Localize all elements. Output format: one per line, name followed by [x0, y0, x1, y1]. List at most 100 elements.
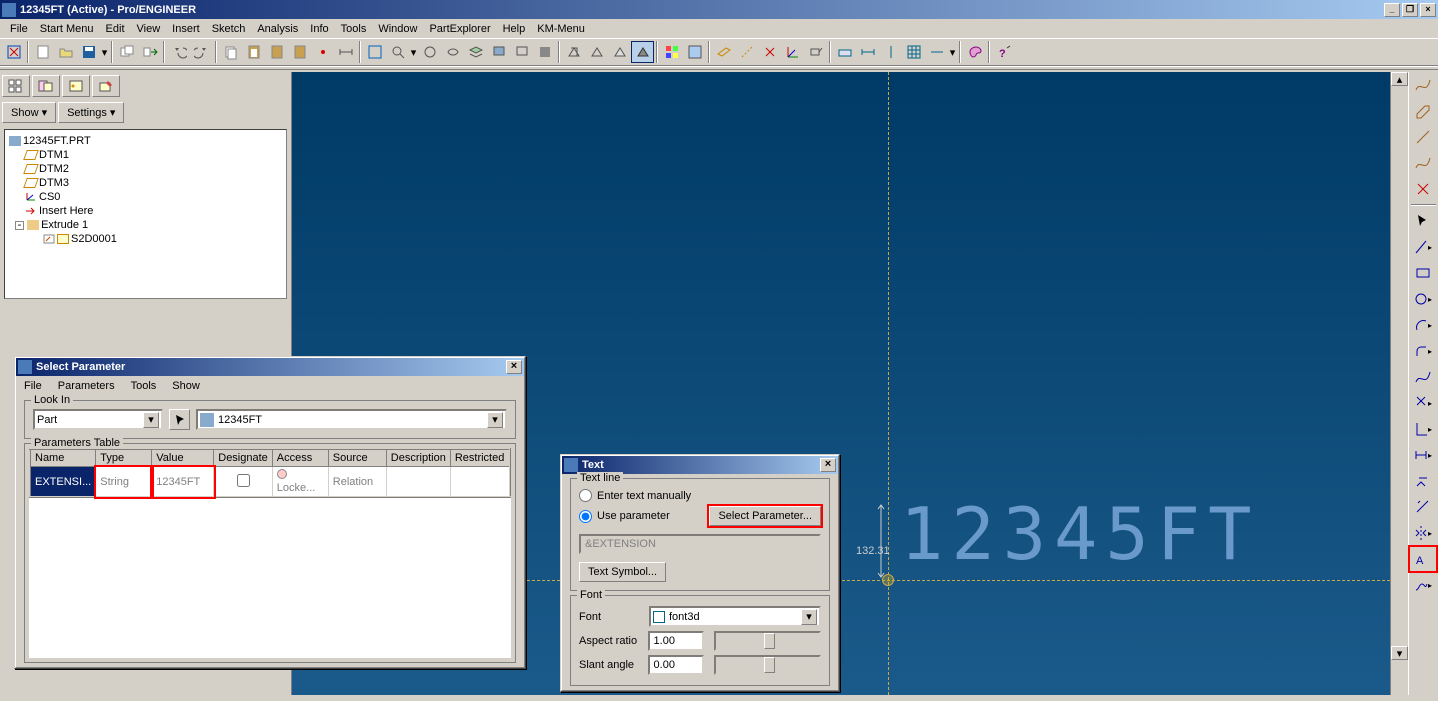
radio-param-row[interactable]: Use parameter Select Parameter... — [579, 504, 821, 528]
constraint-icon[interactable] — [925, 41, 948, 63]
tool-line-icon[interactable] — [1410, 125, 1436, 149]
hidden-line-icon[interactable] — [585, 41, 608, 63]
spin-center-icon[interactable] — [418, 41, 441, 63]
tool-select-icon[interactable] — [1410, 209, 1436, 233]
layer-icon[interactable] — [464, 41, 487, 63]
tool-spline-icon[interactable] — [1410, 73, 1436, 97]
dlg-menu-show[interactable]: Show — [168, 378, 204, 394]
dlg-menu-file[interactable]: File — [20, 378, 46, 394]
help-icon[interactable]: ? — [992, 41, 1015, 63]
no-hidden-icon[interactable] — [608, 41, 631, 63]
dialog-close-button[interactable]: × — [506, 360, 522, 374]
table-row[interactable]: EXTENSI... String 12345FT Locke... Relat… — [30, 467, 510, 498]
lookin-select-button[interactable] — [169, 409, 190, 430]
menu-window[interactable]: Window — [372, 21, 423, 37]
datum-point-icon[interactable] — [758, 41, 781, 63]
slant-slider[interactable] — [714, 655, 821, 675]
menu-sketch[interactable]: Sketch — [206, 21, 252, 37]
dim-horiz-icon[interactable] — [856, 41, 879, 63]
tree-btn-2[interactable] — [32, 75, 60, 97]
radio-parameter[interactable] — [579, 510, 592, 523]
radio-manual[interactable] — [579, 489, 592, 502]
wireframe-icon[interactable] — [562, 41, 585, 63]
tool-trim-icon[interactable] — [1410, 495, 1436, 519]
menu-insert[interactable]: Insert — [166, 21, 206, 37]
new-icon[interactable] — [31, 41, 54, 63]
display-style-icon[interactable] — [441, 41, 464, 63]
save-dropdown-icon[interactable]: ▾ — [100, 41, 109, 63]
tool-edge-icon[interactable]: ▸ — [1410, 417, 1436, 441]
datum-plane-icon[interactable] — [712, 41, 735, 63]
menu-start[interactable]: Start Menu — [34, 21, 100, 37]
shading-icon[interactable] — [631, 41, 654, 63]
paste-special-icon[interactable] — [265, 41, 288, 63]
save-icon[interactable] — [77, 41, 100, 63]
tool-line2-icon[interactable]: ▸ — [1410, 235, 1436, 259]
tool-point2-icon[interactable]: ▸ — [1410, 391, 1436, 415]
text-dialog-close-button[interactable]: × — [820, 458, 836, 472]
designate-checkbox[interactable] — [237, 474, 250, 487]
slant-input[interactable] — [648, 655, 704, 675]
lookin-type-combo[interactable]: Part▾ — [33, 409, 163, 430]
tree-node-cs0[interactable]: CS0 — [9, 190, 282, 204]
menu-info[interactable]: Info — [304, 21, 334, 37]
font-combo[interactable]: font3d▾ — [649, 606, 821, 627]
measure-icon[interactable] — [334, 41, 357, 63]
menu-tools[interactable]: Tools — [335, 21, 373, 37]
zoom-icon[interactable] — [386, 41, 409, 63]
regenerate-icon[interactable] — [311, 41, 334, 63]
tool-arc-icon[interactable]: ▸ — [1410, 313, 1436, 337]
tree-node-extrude[interactable]: - Extrude 1 — [9, 218, 282, 232]
tool-dimension-icon[interactable]: ▸ — [1410, 443, 1436, 467]
tree-node-insert-here[interactable]: Insert Here — [9, 204, 282, 218]
tool-modify-icon[interactable] — [1410, 469, 1436, 493]
select-parameter-button[interactable]: Select Parameter... — [709, 506, 821, 526]
paste-icon[interactable] — [242, 41, 265, 63]
radio-manual-row[interactable]: Enter text manually — [579, 487, 821, 504]
sketch-plane-icon[interactable] — [833, 41, 856, 63]
tool-text-icon[interactable]: A — [1410, 547, 1436, 571]
menu-file[interactable]: File — [4, 21, 34, 37]
menu-view[interactable]: View — [131, 21, 167, 37]
tree-btn-4[interactable] — [92, 75, 120, 97]
tool-circle-icon[interactable]: ▸ — [1410, 287, 1436, 311]
constraint-dd-icon[interactable]: ▾ — [948, 41, 957, 63]
tool-fillet-icon[interactable]: ▸ — [1410, 339, 1436, 363]
tree-node-s2d0001[interactable]: S2D0001 — [9, 232, 282, 246]
tool-mirror-icon[interactable]: ▸ — [1410, 521, 1436, 545]
dialog-titlebar[interactable]: Select Parameter × — [16, 358, 524, 376]
tool-spline2-icon[interactable] — [1410, 365, 1436, 389]
paste-opts-icon[interactable] — [288, 41, 311, 63]
transfer-icon[interactable] — [138, 41, 161, 63]
named-view-icon[interactable] — [510, 41, 533, 63]
parameters-table[interactable]: Name Type Value Designate Access Source … — [29, 448, 511, 498]
tree-root[interactable]: 12345FT.PRT — [9, 134, 282, 148]
tree-node-dtm2[interactable]: DTM2 — [9, 162, 282, 176]
menu-edit[interactable]: Edit — [100, 21, 131, 37]
tool-curve-icon[interactable] — [1410, 151, 1436, 175]
face-color-icon[interactable] — [660, 41, 683, 63]
tool-palette-icon[interactable]: ▸ — [1410, 573, 1436, 597]
menu-analysis[interactable]: Analysis — [251, 21, 304, 37]
palette-icon[interactable] — [963, 41, 986, 63]
annotation-icon[interactable] — [804, 41, 827, 63]
tool-rect2-icon[interactable] — [1410, 261, 1436, 285]
menu-kmmenu[interactable]: KM-Menu — [531, 21, 591, 37]
tab-settings[interactable]: Settings ▾ — [58, 102, 124, 123]
datum-axis-icon[interactable] — [735, 41, 758, 63]
minimize-button[interactable]: _ — [1384, 3, 1400, 17]
open-icon[interactable] — [54, 41, 77, 63]
restore-button[interactable]: ❐ — [1402, 3, 1418, 17]
dlg-menu-tools[interactable]: Tools — [127, 378, 161, 394]
shade-icon[interactable] — [533, 41, 556, 63]
aspect-slider[interactable] — [714, 631, 821, 651]
cancel-icon[interactable] — [2, 41, 25, 63]
dim-vert-icon[interactable] — [879, 41, 902, 63]
datum-csys-icon[interactable] — [781, 41, 804, 63]
tree-node-dtm1[interactable]: DTM1 — [9, 148, 282, 162]
redo-icon[interactable] — [190, 41, 213, 63]
view-mgr-icon[interactable] — [487, 41, 510, 63]
copy-icon[interactable] — [219, 41, 242, 63]
undo-icon[interactable] — [167, 41, 190, 63]
lookin-name-combo[interactable]: 12345FT▾ — [196, 409, 507, 430]
